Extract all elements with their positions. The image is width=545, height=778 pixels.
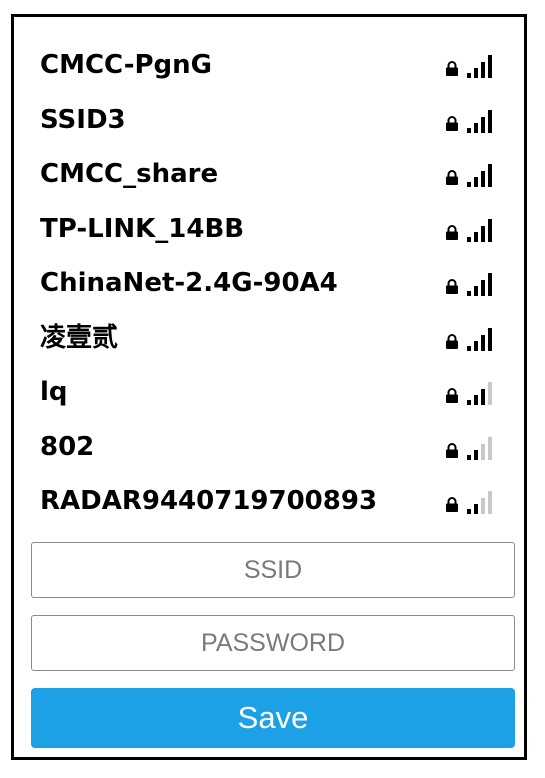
network-row[interactable]: lq bbox=[14, 366, 524, 421]
network-row[interactable]: CMCC_share bbox=[14, 148, 524, 203]
network-status-icons bbox=[445, 327, 497, 351]
signal-bar bbox=[467, 454, 471, 460]
password-input[interactable] bbox=[31, 615, 515, 671]
signal-bar bbox=[474, 395, 478, 405]
lock-icon bbox=[446, 333, 458, 349]
signal-bar bbox=[474, 177, 478, 187]
signal-bar bbox=[481, 171, 485, 187]
lock-icon bbox=[446, 388, 458, 403]
signal-bar bbox=[474, 286, 478, 296]
signal-bar bbox=[488, 327, 492, 351]
signal-bar bbox=[488, 273, 492, 296]
signal-bar bbox=[474, 122, 478, 133]
network-list: CMCC-PgnG SSID3 CMCC_share TP-LINK_14BB Chin… bbox=[14, 39, 524, 530]
save-button[interactable]: Save bbox=[31, 688, 515, 748]
signal-bar bbox=[481, 225, 485, 242]
network-status-icons bbox=[445, 54, 497, 78]
signal-bar bbox=[474, 340, 478, 351]
network-status-icons bbox=[445, 109, 497, 133]
signal-bar bbox=[488, 218, 492, 242]
signal-bar bbox=[488, 382, 492, 405]
wifi-signal-icon bbox=[467, 491, 492, 514]
signal-bar bbox=[474, 504, 478, 514]
network-status-icons bbox=[445, 381, 497, 405]
signal-bar bbox=[467, 236, 471, 242]
network-status-icons bbox=[445, 272, 497, 296]
network-ssid: RADAR9440719700893 bbox=[40, 486, 378, 516]
wifi-signal-icon bbox=[467, 382, 492, 405]
wifi-signal-icon bbox=[467, 327, 492, 351]
signal-bar bbox=[488, 164, 492, 187]
network-ssid: ChinaNet-2.4G-90A4 bbox=[40, 268, 338, 298]
lock-icon bbox=[446, 442, 458, 458]
signal-bar bbox=[488, 491, 492, 514]
network-ssid: 802 bbox=[40, 431, 95, 462]
signal-bar bbox=[481, 116, 485, 133]
signal-bar bbox=[474, 231, 478, 242]
network-status-icons bbox=[445, 218, 497, 242]
lock-icon bbox=[446, 115, 458, 131]
network-status-icons bbox=[445, 436, 497, 460]
wifi-signal-icon bbox=[467, 436, 492, 460]
signal-bar bbox=[481, 62, 485, 78]
network-row[interactable]: CMCC-PgnG bbox=[14, 39, 524, 94]
signal-bar bbox=[481, 280, 485, 296]
network-ssid: lq bbox=[40, 377, 68, 407]
network-ssid: CMCC_share bbox=[40, 159, 219, 189]
wifi-signal-icon bbox=[467, 273, 492, 296]
network-status-icons bbox=[445, 163, 497, 187]
network-row[interactable]: TP-LINK_14BB bbox=[14, 203, 524, 258]
signal-bar bbox=[474, 68, 478, 78]
signal-bar bbox=[488, 109, 492, 133]
wifi-signal-icon bbox=[467, 55, 492, 78]
lock-icon bbox=[446, 61, 458, 76]
signal-bar bbox=[467, 345, 471, 351]
signal-bar bbox=[488, 436, 492, 460]
network-row[interactable]: SSID3 bbox=[14, 94, 524, 149]
wifi-signal-icon bbox=[467, 218, 492, 242]
ssid-input[interactable] bbox=[31, 542, 515, 598]
wifi-config-panel: CMCC-PgnG SSID3 CMCC_share TP-LINK_14BB Chin… bbox=[11, 14, 527, 760]
network-row[interactable]: ChinaNet-2.4G-90A4 bbox=[14, 257, 524, 312]
network-row[interactable]: RADAR9440719700893 bbox=[14, 475, 524, 530]
lock-icon bbox=[446, 224, 458, 240]
lock-icon bbox=[446, 279, 458, 294]
signal-bar bbox=[481, 443, 485, 460]
network-status-icons bbox=[445, 490, 497, 514]
signal-bar bbox=[467, 127, 471, 133]
network-row[interactable]: 凌壹贰 bbox=[14, 312, 524, 367]
signal-bar bbox=[481, 498, 485, 514]
signal-bar bbox=[467, 182, 471, 187]
signal-bar bbox=[467, 73, 471, 78]
lock-icon bbox=[446, 170, 458, 185]
network-ssid: 凌壹贰 bbox=[40, 322, 119, 353]
signal-bar bbox=[467, 291, 471, 296]
signal-bar bbox=[488, 55, 492, 78]
signal-bar bbox=[481, 334, 485, 351]
wifi-signal-icon bbox=[467, 109, 492, 133]
signal-bar bbox=[481, 389, 485, 405]
wifi-signal-icon bbox=[467, 164, 492, 187]
network-ssid: TP-LINK_14BB bbox=[40, 213, 245, 244]
network-row[interactable]: 802 bbox=[14, 421, 524, 476]
network-ssid: CMCC-PgnG bbox=[40, 50, 213, 80]
lock-icon bbox=[446, 497, 458, 512]
signal-bar bbox=[467, 509, 471, 514]
network-ssid: SSID3 bbox=[40, 104, 126, 135]
signal-bar bbox=[467, 400, 471, 405]
signal-bar bbox=[474, 449, 478, 460]
